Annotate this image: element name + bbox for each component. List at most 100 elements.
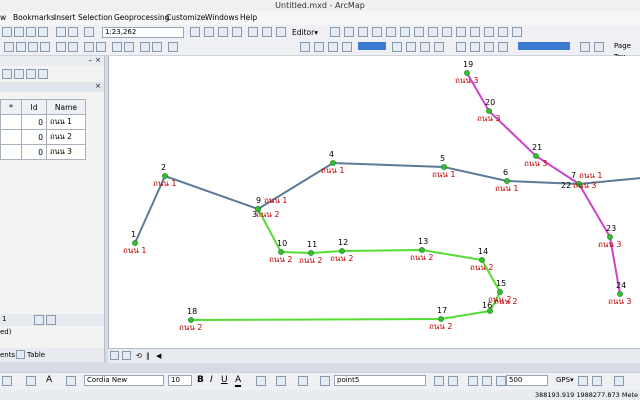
column-header[interactable]: *: [0, 99, 22, 115]
point-marker-13[interactable]: [419, 247, 425, 253]
scroll-left-icon[interactable]: ◀: [156, 349, 161, 363]
time-slider-icon[interactable]: [168, 42, 178, 52]
point-marker-23[interactable]: [607, 234, 613, 240]
georef-icon[interactable]: [580, 42, 590, 52]
map-view[interactable]: 1 ถนน 1 2 ถนน 1 3 ถนน 2 4 ถนน 1 5 ถนน 1 6 ถนน 1 7 ถนน…: [108, 56, 640, 348]
list-by-selection-icon[interactable]: [38, 69, 48, 79]
zoom-out-icon[interactable]: [16, 42, 26, 52]
gps-options-icon[interactable]: [614, 376, 624, 386]
layout-pan-icon[interactable]: [406, 42, 416, 52]
table-close-icon[interactable]: ×: [95, 82, 101, 90]
layout-view-icon[interactable]: [122, 351, 131, 360]
measure-tool-icon[interactable]: [448, 376, 458, 386]
text-draw-icon[interactable]: A: [46, 375, 52, 385]
pan-icon[interactable]: [28, 42, 38, 52]
menu-windows[interactable]: Windows: [205, 11, 238, 25]
circle-icon[interactable]: [498, 42, 508, 52]
catalog-icon[interactable]: [204, 27, 214, 37]
point-marker-20[interactable]: [486, 108, 492, 114]
font-color-icon[interactable]: [66, 376, 76, 386]
list-by-drawing-icon[interactable]: [2, 69, 12, 79]
point-marker-5[interactable]: [441, 164, 447, 170]
full-extent-icon[interactable]: [40, 42, 50, 52]
editor-menu[interactable]: Editor▾: [292, 27, 318, 38]
rotate-icon[interactable]: [470, 27, 480, 37]
html-popup-icon[interactable]: [152, 42, 162, 52]
identify-icon[interactable]: [96, 42, 106, 52]
point-icon[interactable]: [400, 27, 410, 37]
gps-menu[interactable]: GPS▾: [556, 376, 574, 384]
layout-full-icon[interactable]: [420, 42, 430, 52]
menu-view[interactable]: w: [0, 11, 6, 25]
georef-tool-icon[interactable]: [434, 376, 444, 386]
menu-bookmarks[interactable]: Bookmarks: [13, 11, 55, 25]
point-marker-14[interactable]: [479, 257, 485, 263]
hyperlink-icon[interactable]: [140, 42, 150, 52]
gps-connect-icon[interactable]: [578, 376, 588, 386]
layer-list-icon[interactable]: [594, 42, 604, 52]
rectangle-icon[interactable]: [484, 42, 494, 52]
layer-selector[interactable]: [358, 42, 386, 50]
layer-combo[interactable]: point5: [334, 375, 426, 386]
font-name-combo[interactable]: Cordia New: [84, 375, 164, 386]
map-scale-icon[interactable]: [468, 376, 478, 386]
arctoolbox-icon[interactable]: [232, 27, 242, 37]
column-header[interactable]: Id: [21, 99, 47, 115]
search-icon[interactable]: [218, 27, 228, 37]
italic-button[interactable]: I: [210, 375, 213, 385]
map-canvas[interactable]: 1ถนน 12ถนน 13ถนน 24ถนน 15ถนน 1 6ถนน 17 ถนน…: [109, 56, 640, 348]
row-selector[interactable]: [0, 114, 22, 130]
point-marker-10[interactable]: [278, 249, 284, 255]
sketch-properties-icon[interactable]: [498, 27, 508, 37]
vertex-snap-icon[interactable]: [328, 42, 338, 52]
row-selector[interactable]: [0, 144, 22, 160]
underline-button[interactable]: U: [221, 375, 228, 385]
column-header[interactable]: Name: [46, 99, 86, 115]
open-icon[interactable]: [14, 27, 24, 37]
map-scale-combo[interactable]: 1:23,262: [102, 27, 184, 38]
point-marker-1[interactable]: [132, 240, 138, 246]
cell-name[interactable]: ถนน 1: [46, 114, 86, 130]
point-marker-15[interactable]: [497, 289, 503, 295]
point-marker-4[interactable]: [330, 160, 336, 166]
find-icon[interactable]: [112, 42, 122, 52]
list-by-visibility-icon[interactable]: [26, 69, 36, 79]
layout-zoom-icon[interactable]: [392, 42, 402, 52]
table-row[interactable]: 0 ถนน 1: [0, 114, 86, 130]
redo-icon[interactable]: [68, 27, 78, 37]
end-snap-icon[interactable]: [342, 42, 352, 52]
point-marker-19[interactable]: [464, 70, 470, 76]
menu-help[interactable]: Help: [240, 11, 257, 25]
point-marker-2[interactable]: [162, 173, 168, 179]
menu-selection[interactable]: Selection: [78, 11, 113, 25]
pause-icon[interactable]: ‖: [146, 349, 150, 363]
help-icon[interactable]: [276, 27, 286, 37]
editor-toolbar-icon[interactable]: [190, 27, 200, 37]
rectangle-draw-icon[interactable]: [26, 376, 36, 386]
split-icon[interactable]: [456, 27, 466, 37]
georef-layer-selector[interactable]: [518, 42, 570, 50]
point-marker-6[interactable]: [504, 178, 510, 184]
menu-geoprocessing[interactable]: Geoprocessing: [114, 11, 169, 25]
callout-icon[interactable]: [470, 42, 480, 52]
pin-icon[interactable]: –: [89, 56, 93, 64]
marker-color-icon[interactable]: [298, 376, 308, 386]
edge-snap-icon[interactable]: [314, 42, 324, 52]
reshape-icon[interactable]: [428, 27, 438, 37]
record-number[interactable]: 1: [2, 315, 6, 323]
edit-tool-icon[interactable]: [330, 27, 340, 37]
select-elements-icon[interactable]: [2, 376, 12, 386]
point-marker-24[interactable]: [617, 291, 623, 297]
add-data-icon[interactable]: [84, 27, 94, 37]
point-marker-9[interactable]: [255, 206, 261, 212]
table-row[interactable]: 0 ถนน 3: [0, 144, 86, 160]
attributes-icon[interactable]: [484, 27, 494, 37]
table-row[interactable]: 0 ถนน 2: [0, 129, 86, 145]
refresh-icon[interactable]: ⟲: [136, 349, 142, 363]
select-features-icon[interactable]: [84, 42, 94, 52]
road-2-line[interactable]: [190, 208, 502, 321]
create-features-icon[interactable]: [512, 27, 522, 37]
modelbuilder-icon[interactable]: [262, 27, 272, 37]
selected-view-icon[interactable]: [46, 315, 56, 325]
data-view-icon[interactable]: [110, 351, 119, 360]
